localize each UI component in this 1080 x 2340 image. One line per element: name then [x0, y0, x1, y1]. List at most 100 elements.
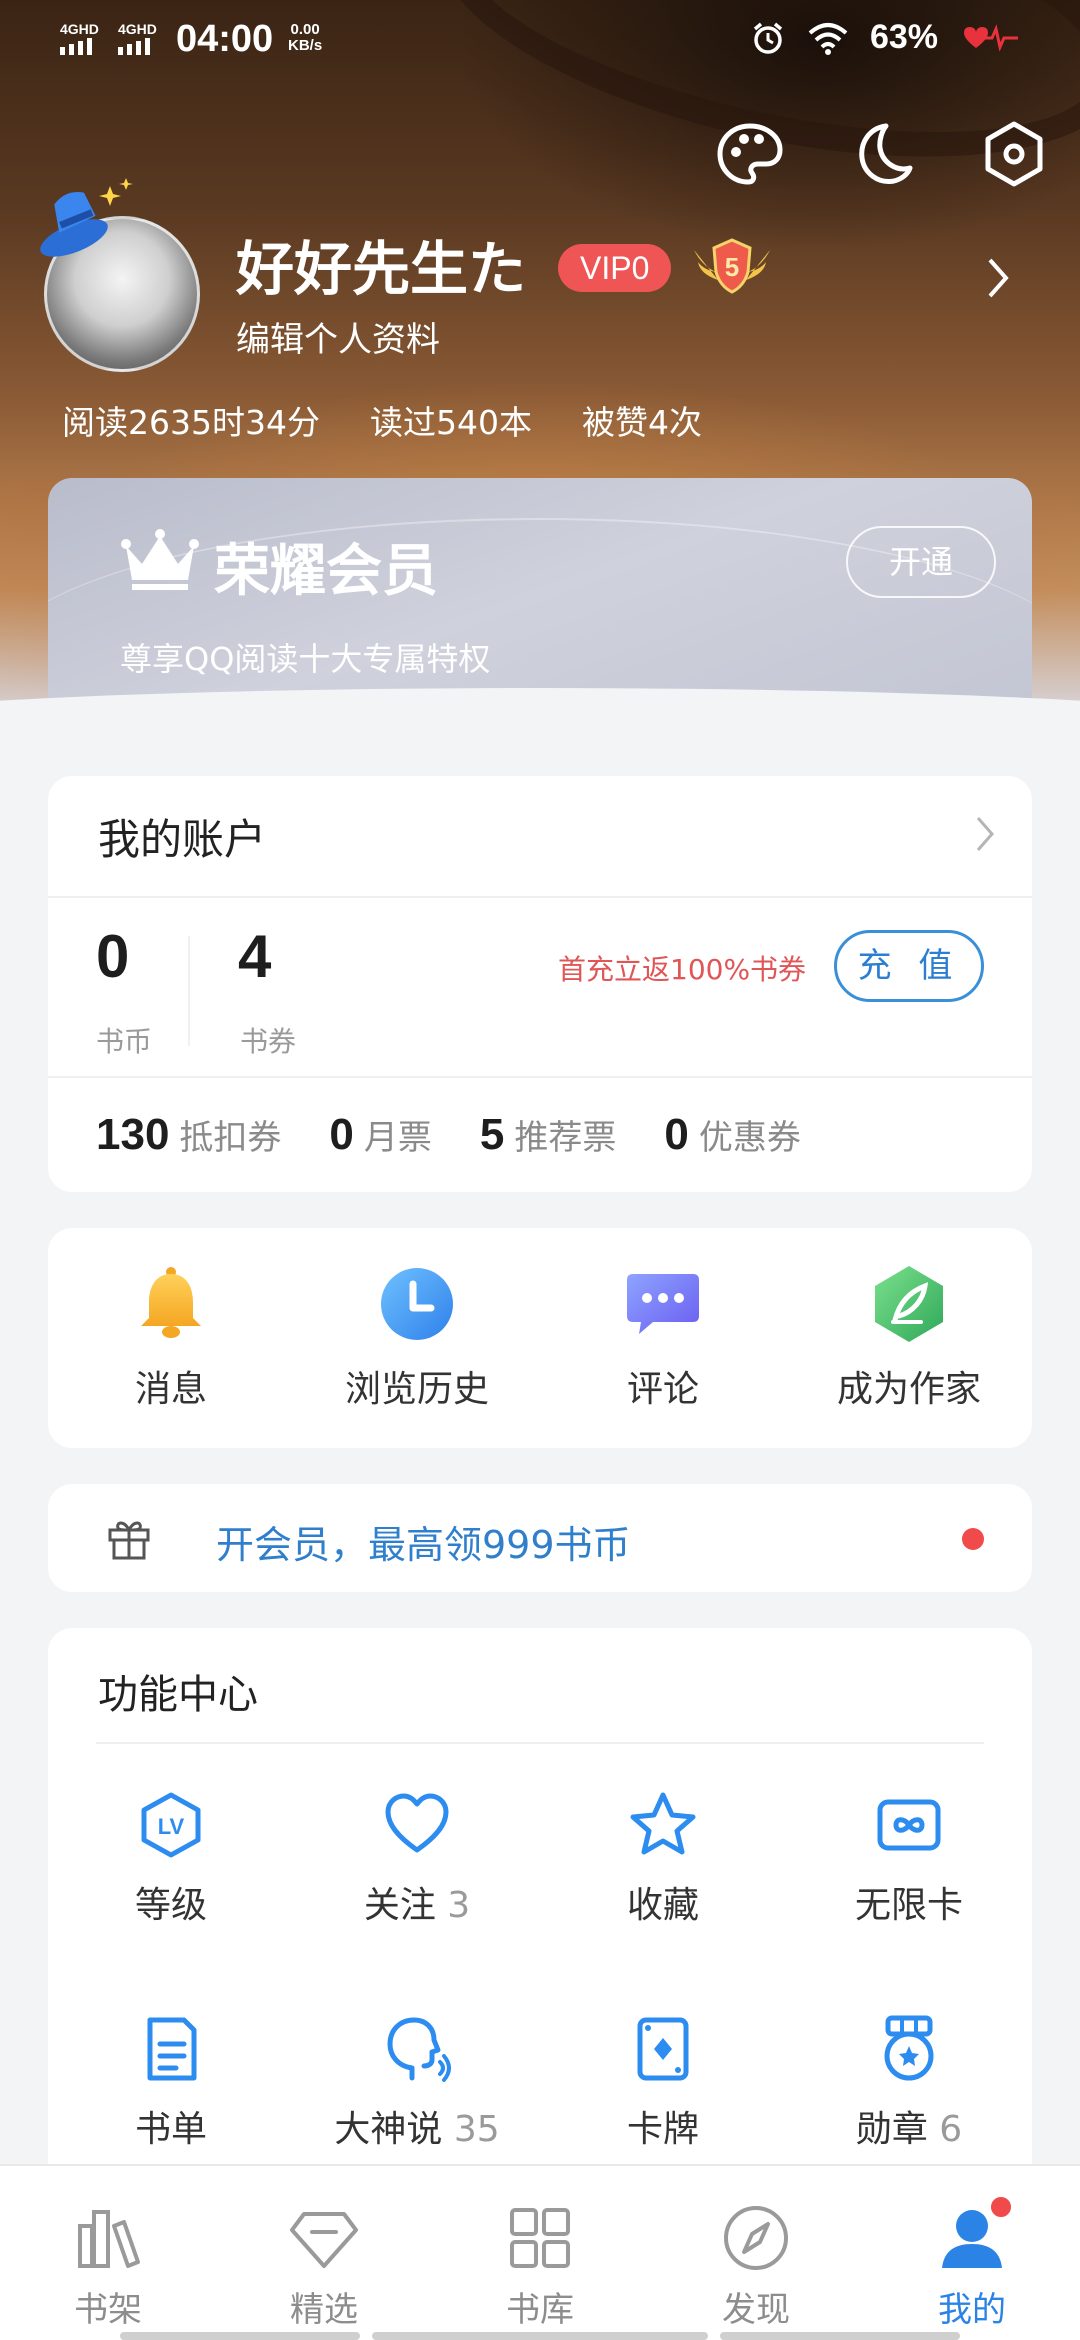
discount-coupons[interactable]: 0 优惠券: [664, 1110, 800, 1160]
ticket-label: 月票: [363, 1118, 432, 1158]
shortcut-history[interactable]: 浏览历史: [294, 1264, 540, 1412]
likes-count[interactable]: 被赞4次: [582, 396, 702, 444]
reading-stats: 阅读2635时34分 读过540本 被赞4次: [62, 396, 702, 444]
palette-icon[interactable]: [714, 118, 786, 190]
avatar-container[interactable]: [40, 178, 200, 372]
vip-open-button[interactable]: 开通: [846, 526, 996, 598]
vip-badge[interactable]: VIP0: [558, 244, 672, 292]
ticket-value: 0: [329, 1110, 354, 1159]
account-title[interactable]: 我的账户: [98, 806, 266, 867]
shortcuts-card: 消息 浏览历史 评论 成为作家: [48, 1228, 1032, 1448]
crown-icon: [121, 529, 199, 590]
nav-library[interactable]: 书库: [432, 2166, 648, 2340]
nav-label: 我的: [938, 2290, 1006, 2330]
first-recharge-promo[interactable]: 首充立返100%书券: [558, 948, 806, 988]
recharge-button[interactable]: 充 值: [834, 930, 984, 1002]
signal-icon: [60, 38, 92, 55]
banner-text[interactable]: 开会员，最高领999书币: [216, 1514, 631, 1569]
nav-label: 书架: [74, 2290, 142, 2330]
medal-icon: [884, 2015, 934, 2081]
ticket-label: 推荐票: [514, 1118, 617, 1158]
ticket-row: 130 抵扣券 0 月票 5 推荐票 0 优惠券: [96, 1110, 801, 1160]
divider: [48, 1076, 1032, 1078]
deduction-coupons[interactable]: 130 抵扣券: [96, 1110, 281, 1160]
feature-label-text: 大神说: [334, 2109, 443, 2150]
feature-medals[interactable]: 勋章 6: [786, 2014, 1032, 2152]
diamond-icon: [290, 2212, 358, 2268]
chevron-right-icon[interactable]: [974, 814, 996, 854]
heart-icon: [385, 1793, 449, 1853]
bell-icon: [141, 1267, 201, 1338]
divider: [188, 936, 190, 1046]
monthly-tickets[interactable]: 0 月票: [329, 1110, 431, 1160]
vouchers-label: 书券: [240, 1025, 297, 1058]
clock: 04:00: [176, 18, 274, 60]
feature-level[interactable]: LV 等级: [48, 1790, 294, 1928]
level-icon: LV: [141, 1792, 201, 1858]
account-card: 我的账户 0 书币 4 书券 首充立返100%书券 充 值 130 抵扣券 0 月票…: [48, 776, 1032, 1192]
vouchers-value[interactable]: 4: [238, 922, 271, 991]
books-read[interactable]: 读过540本: [370, 396, 532, 444]
username[interactable]: 好好先生た: [236, 222, 526, 306]
feature-label: 卡牌: [627, 2100, 699, 2152]
nav-bookshelf[interactable]: 书架: [0, 2166, 216, 2340]
feature-follow[interactable]: 关注 3: [294, 1790, 540, 1928]
shortcut-messages[interactable]: 消息: [48, 1264, 294, 1412]
feature-label-text: 收藏: [626, 1885, 699, 1926]
shortcut-comments[interactable]: 评论: [540, 1264, 786, 1412]
shortcut-become-writer[interactable]: 成为作家: [786, 1264, 1032, 1412]
feature-center-title: 功能中心: [98, 1672, 258, 1718]
shortcut-label: 浏览历史: [344, 1369, 489, 1410]
battery-percent: 63%: [869, 18, 938, 56]
feature-cards[interactable]: 卡牌: [540, 2014, 786, 2152]
feature-label: 关注 3: [364, 1876, 470, 1928]
star-icon: [630, 1792, 696, 1855]
feature-label: 等级: [135, 1876, 207, 1928]
compass-icon: [724, 2206, 788, 2270]
edit-profile-link[interactable]: 编辑个人资料: [236, 312, 440, 361]
status-right: 63%: [750, 18, 1020, 57]
nav-featured[interactable]: 精选: [216, 2166, 432, 2340]
gesture-bar: [720, 2332, 960, 2340]
battery-health-icon: [964, 23, 1018, 52]
card-icon: [637, 2017, 689, 2081]
settings-hexagon-icon[interactable]: [978, 118, 1050, 190]
nav-discover[interactable]: 发现: [648, 2166, 864, 2340]
chevron-right-icon[interactable]: [986, 256, 1012, 300]
bottom-nav: 书架 精选 书库 发现 我的: [0, 2164, 1080, 2340]
header-curve: [0, 688, 1080, 720]
feature-center-card: 功能中心 LV 等级 关注 3 收藏 无限卡 书单 大神说 35 卡牌 勋章 6: [48, 1628, 1032, 2188]
feature-label-text: 勋章: [855, 2109, 928, 2150]
nav-me[interactable]: 我的: [864, 2166, 1080, 2340]
speaking-head-icon: [387, 2017, 451, 2082]
recommend-tickets[interactable]: 5 推荐票: [480, 1110, 616, 1160]
feature-booklist[interactable]: 书单: [48, 2014, 294, 2152]
ticket-label: 优惠券: [698, 1118, 801, 1158]
feature-label-text: 无限卡: [854, 1885, 963, 1926]
shortcut-label: 评论: [626, 1369, 699, 1410]
vip-promo-banner[interactable]: 开会员，最高领999书币: [48, 1484, 1032, 1592]
reading-time[interactable]: 阅读2635时34分: [62, 396, 320, 444]
hat-decoration-icon: [40, 178, 133, 257]
feature-favorites[interactable]: 收藏: [540, 1790, 786, 1928]
grid-icon: [510, 2208, 570, 2268]
svg-text:LV: LV: [158, 1814, 185, 1839]
network-speed: 0.00 KB/s: [288, 22, 322, 54]
winged-shield-icon: 5: [694, 238, 770, 294]
feature-unlimited-card[interactable]: 无限卡: [786, 1790, 1032, 1928]
speed-value: 0.00: [290, 21, 320, 38]
bookshelf-icon: [78, 2210, 140, 2268]
feature-label-text: 卡牌: [626, 2109, 699, 2150]
moon-icon[interactable]: [846, 118, 918, 190]
feature-label: 书单: [135, 2100, 207, 2152]
ticket-value: 5: [479, 1110, 505, 1159]
vip-title: 荣耀会员: [214, 539, 438, 604]
feature-label: 大神说 35: [334, 2100, 499, 2152]
alarm-icon: [753, 22, 783, 54]
vip-card[interactable]: 荣耀会员 开通 尊享QQ阅读十大专属特权: [48, 478, 1032, 708]
ticket-label: 抵扣券: [179, 1118, 282, 1158]
feature-master-says[interactable]: 大神说 35: [294, 2014, 540, 2152]
feature-label-text: 关注: [363, 1885, 436, 1926]
level-badge[interactable]: 5: [690, 236, 774, 300]
coins-value[interactable]: 0: [96, 922, 129, 991]
